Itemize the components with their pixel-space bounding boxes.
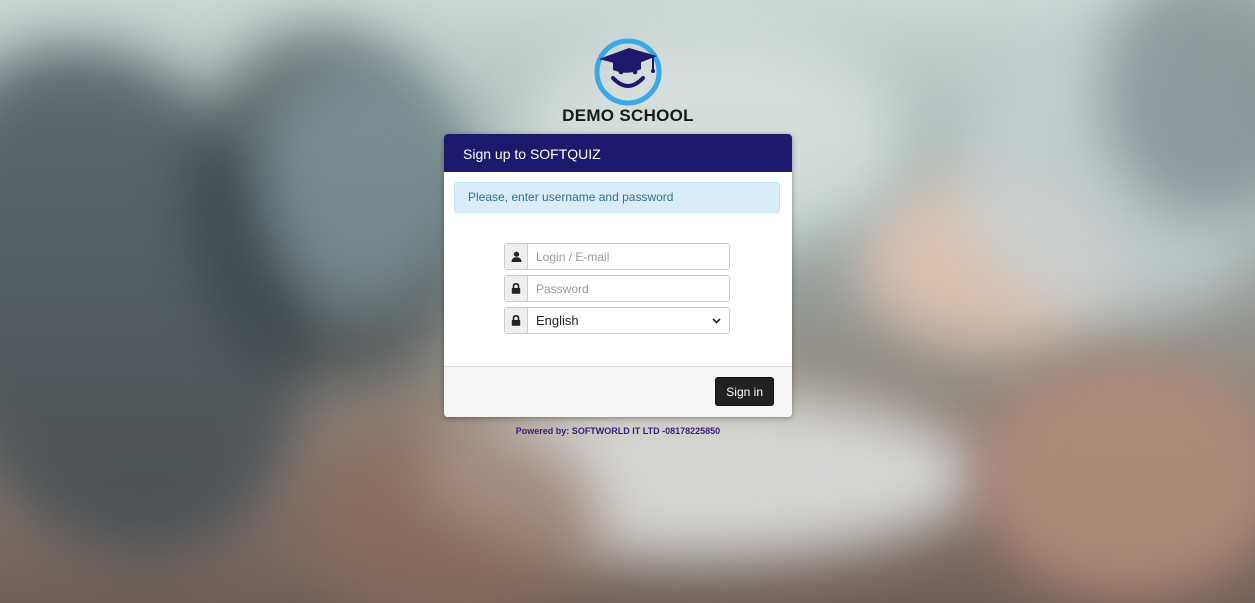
info-alert: Please, enter username and password: [454, 182, 780, 213]
panel-title: Sign up to SOFTQUIZ: [444, 134, 792, 172]
school-name: DEMO SCHOOL: [562, 106, 694, 125]
login-field: [504, 243, 730, 270]
language-field: English: [504, 307, 730, 334]
lock-icon: [505, 308, 528, 333]
sign-in-button[interactable]: Sign in: [715, 377, 774, 406]
login-input[interactable]: [528, 244, 729, 269]
user-icon: [505, 244, 528, 269]
lock-icon: [505, 276, 528, 301]
password-field: [504, 275, 730, 302]
password-input[interactable]: [528, 276, 729, 301]
language-select[interactable]: English: [528, 308, 729, 333]
school-logo: [594, 38, 662, 106]
chevron-down-icon: [712, 317, 721, 324]
login-panel: Sign up to SOFTQUIZ Please, enter userna…: [444, 134, 792, 417]
powered-by-text: Powered by: SOFTWORLD IT LTD -0817822585…: [515, 426, 721, 436]
panel-footer: Sign in: [444, 366, 792, 417]
language-select-value: English: [536, 313, 579, 328]
